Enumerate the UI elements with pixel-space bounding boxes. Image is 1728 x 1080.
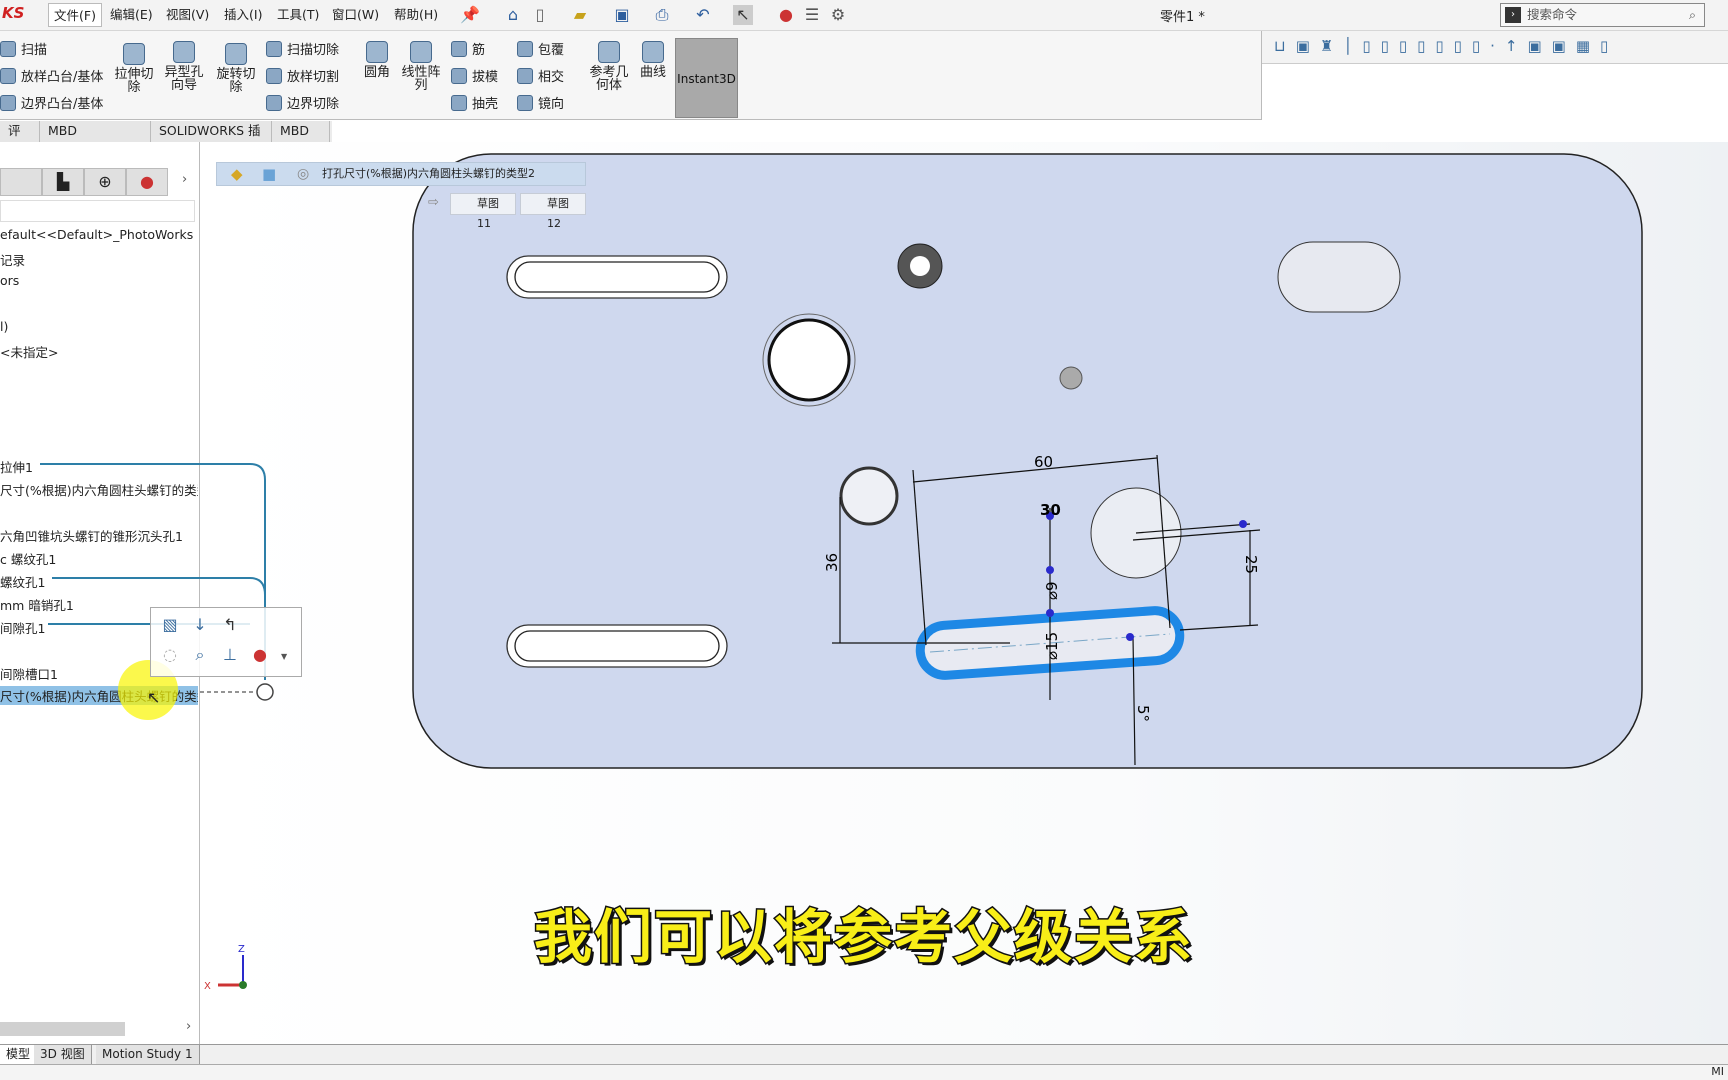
part-body[interactable]	[412, 153, 1643, 769]
dim-phi9[interactable]: ⌀9	[1043, 581, 1061, 600]
bottom-tabs: 模型 3D 视图 Motion Study 1	[0, 1044, 1728, 1064]
breadcrumb-sketch11[interactable]: 草图11	[450, 193, 516, 230]
obround-cut	[1277, 241, 1401, 313]
tab-motion-study[interactable]: Motion Study 1	[96, 1045, 200, 1064]
dim-60[interactable]: 60	[1034, 453, 1053, 471]
status-bar: MI	[0, 1064, 1728, 1080]
large-hole	[767, 318, 851, 402]
breadcrumb-feature[interactable]: 打孔尺寸(%根据)内六角圆柱头螺钉的类型2	[322, 163, 535, 185]
plate-face	[412, 153, 1643, 769]
part-icon[interactable]: ◆	[231, 163, 243, 185]
appearance-icon[interactable]: ●	[249, 644, 271, 666]
sketch-circle-a	[839, 466, 899, 526]
status-units[interactable]: MI	[1711, 1065, 1724, 1078]
breadcrumb: ◆ ■ ◎ 打孔尺寸(%根据)内六角圆柱头螺钉的类型2	[216, 162, 586, 186]
dim-phi15[interactable]: ⌀15	[1043, 632, 1061, 660]
triad-x-label: X	[204, 981, 211, 992]
rollback-icon[interactable]: ↓	[189, 614, 211, 636]
tab-model[interactable]: 模型	[0, 1045, 38, 1064]
context-toolbar: ▧ ↓ ↰ ◌ ⌕ ⊥ ● ▼	[150, 607, 302, 677]
small-hole	[1059, 366, 1083, 390]
tab-3d-view[interactable]: 3D 视图	[34, 1045, 92, 1064]
edit-feature-icon[interactable]: ▧	[159, 614, 181, 636]
normal-to-icon[interactable]: ⊥	[219, 644, 241, 666]
dropdown-icon[interactable]: ▼	[281, 652, 287, 661]
hide-icon[interactable]: ◌	[159, 644, 181, 666]
breadcrumb-sketch12[interactable]: 草图12	[520, 193, 586, 230]
dim-25[interactable]: 25	[1242, 555, 1260, 574]
body-icon[interactable]: ■	[262, 163, 276, 185]
dim-angle[interactable]: 5°	[1134, 705, 1152, 722]
parent-child-icon[interactable]: ↰	[219, 614, 241, 636]
zoom-to-selection-icon[interactable]: ⌕	[189, 644, 211, 666]
arrow-icon: ⇨	[428, 195, 439, 210]
hole-feature-icon[interactable]: ◎	[297, 163, 309, 185]
dim-36[interactable]: 36	[823, 553, 841, 572]
dim-30[interactable]: 30	[1040, 501, 1061, 519]
video-subtitle: 我们可以将参考父级关系	[532, 902, 1194, 973]
